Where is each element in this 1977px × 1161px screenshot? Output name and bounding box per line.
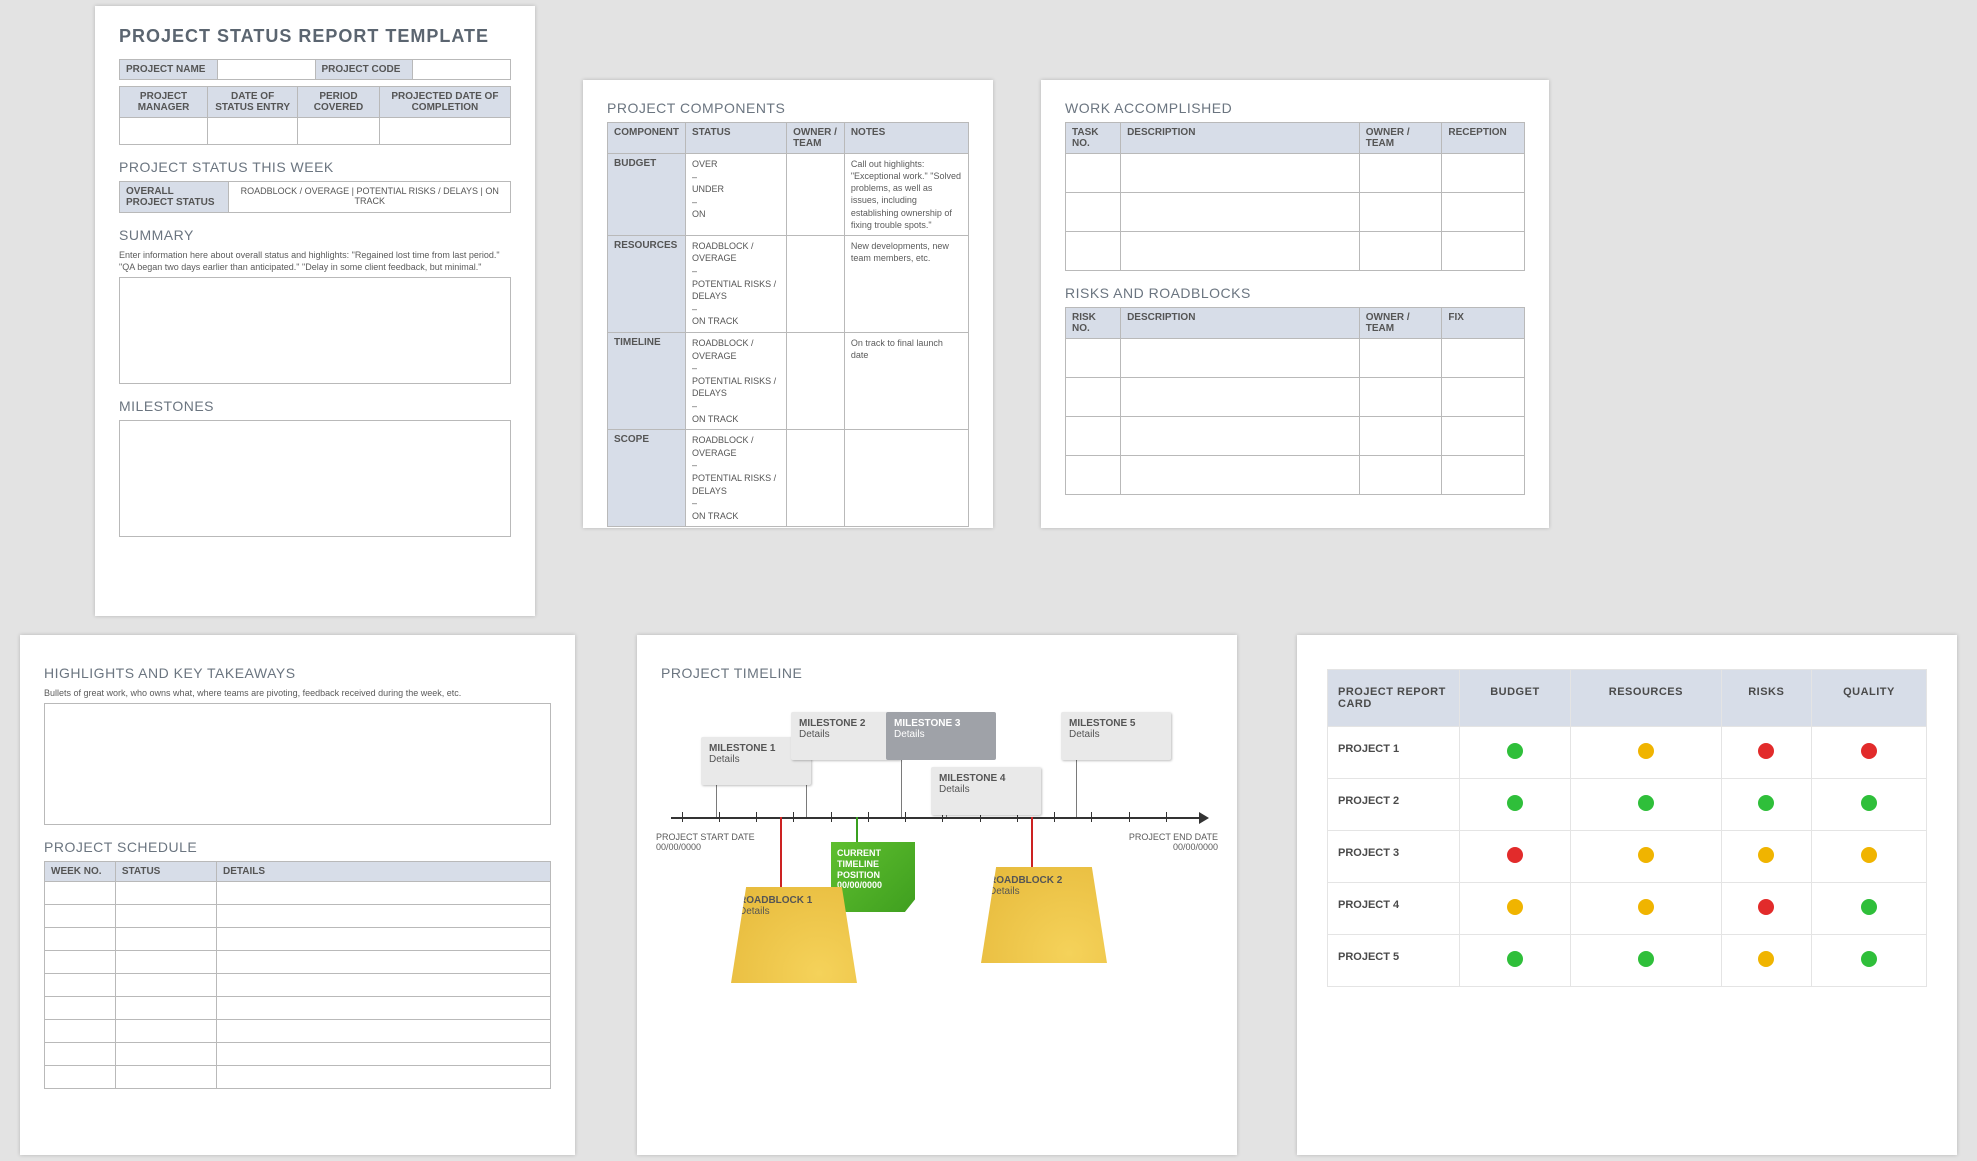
page-components: PROJECT COMPONENTS COMPONENT STATUS OWNE… [583, 80, 993, 528]
status-dot-icon [1861, 951, 1877, 967]
roadblock-marker: ROADBLOCK 2Details [981, 867, 1107, 963]
status-dot-icon [1507, 951, 1523, 967]
table-row: RESOURCESROADBLOCK / OVERAGE – POTENTIAL… [608, 235, 969, 332]
summary-title: SUMMARY [119, 227, 511, 243]
status-dot-icon [1638, 795, 1654, 811]
project-meta-table: PROJECT MANAGERDATE OF STATUS ENTRYPERIO… [119, 86, 511, 145]
status-dot-icon [1507, 847, 1523, 863]
status-dot-icon [1638, 899, 1654, 915]
start-date-label: PROJECT START DATE00/00/0000 [656, 832, 756, 852]
schedule-table: WEEK NO.STATUSDETAILS [44, 861, 551, 1089]
page-timeline: PROJECT TIMELINE MILESTONE 1Details MILE… [637, 635, 1237, 1155]
page-status-report: PROJECT STATUS REPORT TEMPLATE PROJECT N… [95, 6, 535, 616]
status-dot-icon [1861, 899, 1877, 915]
table-row: PROJECT 1 [1328, 727, 1927, 779]
status-dot-icon [1861, 743, 1877, 759]
table-row: PROJECT 5 [1328, 935, 1927, 987]
project-label: PROJECT 1 [1328, 727, 1460, 779]
status-dot-icon [1758, 951, 1774, 967]
milestone-box: MILESTONE 4Details [931, 767, 1041, 815]
timeline-axis [671, 817, 1203, 819]
table-row: BUDGETOVER – UNDER – ONCall out highligh… [608, 154, 969, 236]
project-id-table: PROJECT NAMEPROJECT CODE [119, 59, 511, 80]
table-row: PROJECT 3 [1328, 831, 1927, 883]
end-date-label: PROJECT END DATE00/00/0000 [1118, 832, 1218, 852]
highlights-box[interactable] [44, 703, 551, 825]
timeline-title: PROJECT TIMELINE [661, 665, 1213, 681]
status-dot-icon [1758, 743, 1774, 759]
overall-status-row: OVERALL PROJECT STATUS ROADBLOCK / OVERA… [119, 181, 511, 213]
status-dot-icon [1861, 847, 1877, 863]
milestone-box: MILESTONE 3Details [886, 712, 996, 760]
status-dot-icon [1758, 795, 1774, 811]
table-row: SCOPEROADBLOCK / OVERAGE – POTENTIAL RIS… [608, 430, 969, 527]
milestones-box[interactable] [119, 420, 511, 537]
status-dot-icon [1638, 743, 1654, 759]
status-dot-icon [1638, 951, 1654, 967]
arrow-icon [1199, 812, 1209, 824]
status-dot-icon [1638, 847, 1654, 863]
summary-box[interactable] [119, 277, 511, 384]
project-label: PROJECT 4 [1328, 883, 1460, 935]
highlights-help: Bullets of great work, who owns what, wh… [44, 687, 551, 699]
page-highlights-schedule: HIGHLIGHTS AND KEY TAKEAWAYS Bullets of … [20, 635, 575, 1155]
status-dot-icon [1758, 847, 1774, 863]
summary-help: Enter information here about overall sta… [119, 249, 511, 273]
milestones-title: MILESTONES [119, 398, 511, 414]
project-label: PROJECT 5 [1328, 935, 1460, 987]
work-accomplished-table: TASK NO.DESCRIPTIONOWNER / TEAMRECEPTION [1065, 122, 1525, 271]
components-table: COMPONENT STATUS OWNER / TEAM NOTES BUDG… [607, 122, 969, 527]
project-label: PROJECT 2 [1328, 779, 1460, 831]
timeline-chart: MILESTONE 1Details MILESTONE 2Details MI… [661, 687, 1213, 987]
risks-title: RISKS AND ROADBLOCKS [1065, 285, 1525, 301]
status-dot-icon [1507, 795, 1523, 811]
components-title: PROJECT COMPONENTS [607, 100, 969, 116]
page-title: PROJECT STATUS REPORT TEMPLATE [119, 26, 511, 47]
status-dot-icon [1861, 795, 1877, 811]
status-week-title: PROJECT STATUS THIS WEEK [119, 159, 511, 175]
status-dot-icon [1507, 899, 1523, 915]
table-row: TIMELINEROADBLOCK / OVERAGE – POTENTIAL … [608, 333, 969, 430]
project-label: PROJECT 3 [1328, 831, 1460, 883]
risks-table: RISK NO.DESCRIPTIONOWNER / TEAMFIX [1065, 307, 1525, 495]
highlights-title: HIGHLIGHTS AND KEY TAKEAWAYS [44, 665, 551, 681]
report-card-table: PROJECT REPORT CARD BUDGET RESOURCES RIS… [1327, 669, 1927, 987]
roadblock-marker: ROADBLOCK 1Details [731, 887, 857, 983]
table-row: PROJECT 2 [1328, 779, 1927, 831]
status-dot-icon [1758, 899, 1774, 915]
milestone-box: MILESTONE 2Details [791, 712, 901, 760]
schedule-title: PROJECT SCHEDULE [44, 839, 551, 855]
page-report-card: PROJECT REPORT CARD BUDGET RESOURCES RIS… [1297, 635, 1957, 1155]
table-row: PROJECT 4 [1328, 883, 1927, 935]
work-accomplished-title: WORK ACCOMPLISHED [1065, 100, 1525, 116]
status-dot-icon [1507, 743, 1523, 759]
milestone-box: MILESTONE 5Details [1061, 712, 1171, 760]
page-work-risks: WORK ACCOMPLISHED TASK NO.DESCRIPTIONOWN… [1041, 80, 1549, 528]
